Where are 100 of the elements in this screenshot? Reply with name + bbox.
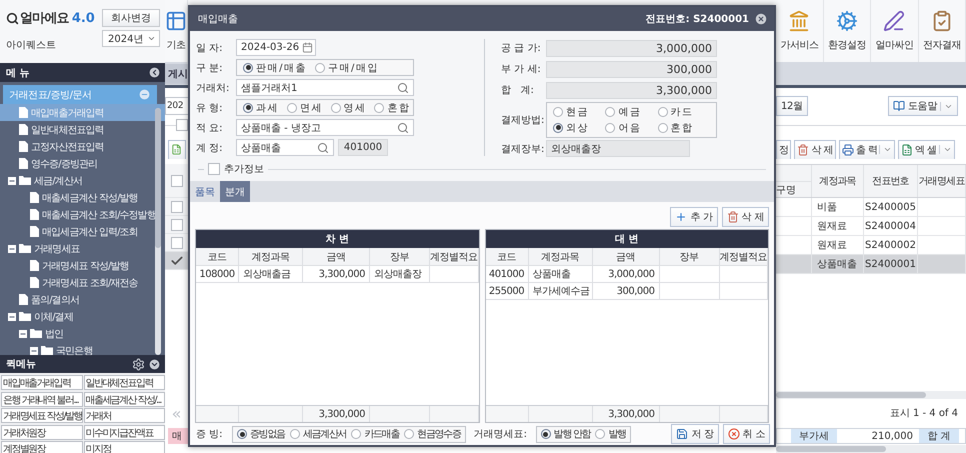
column-header: 장부 — [370, 248, 430, 265]
delete-button[interactable]: 삭 제 — [722, 207, 769, 227]
quick-menu-button[interactable]: 매입매출거래입력 — [1, 375, 82, 390]
column-header: 계정과목 — [812, 165, 864, 197]
tab[interactable]: 분개 — [220, 181, 250, 202]
field-label: 합 계: — [501, 84, 535, 97]
radio-option[interactable]: 현 금 — [553, 104, 606, 118]
column-header: 계정별적요 — [720, 248, 768, 265]
radio-option[interactable]: 과 세 — [243, 100, 277, 114]
table-cell: 401000 — [486, 266, 528, 282]
menu-item[interactable]: 거래명세표 작성/발행 — [0, 257, 165, 274]
quick-menu-button[interactable]: 거래처 — [84, 408, 165, 423]
quick-menu-button[interactable]: 은행 거래내역 불러... — [1, 392, 82, 406]
radio-option[interactable]: 혼 합 — [374, 100, 408, 114]
column-header: 계정별적요 — [430, 248, 478, 265]
menu-item[interactable]: 세금/계산서 — [0, 172, 165, 189]
menu-item[interactable]: 매출세금계산 조회/수정발행 — [0, 206, 165, 223]
radio-option[interactable]: 어 음 — [605, 120, 658, 134]
quick-menu-button[interactable]: 거래명세표 작성/발행 — [1, 408, 82, 423]
field-label: 일 자: — [196, 42, 224, 54]
field-label: 부 가 세: — [501, 63, 542, 76]
logo-text: 얼마에요 — [20, 10, 69, 27]
menu-item[interactable]: 국민은행 — [0, 342, 165, 355]
menu-item[interactable]: 거래명세표 조회/재전송 — [0, 274, 165, 291]
version-text: 4.0 — [72, 10, 95, 26]
summary-label: 합 계 — [919, 429, 959, 443]
excel-button[interactable]: 엑 셀 — [898, 140, 955, 159]
menu-item[interactable]: 품의/결의서 — [0, 291, 165, 308]
print-button[interactable]: 출 력 — [838, 140, 896, 159]
menu-item[interactable]: 이체/결제 — [0, 308, 165, 325]
amount-field: 3,000,000 — [546, 40, 717, 56]
menu-item[interactable]: 매입세금계산 입력/조회 — [0, 223, 165, 240]
panel-title: 메 뉴 — [6, 66, 30, 80]
table-cell: 외상매출금 — [239, 266, 303, 282]
radio-option[interactable]: 세금계산서 — [290, 427, 346, 441]
summary-label: 매 — [168, 428, 188, 444]
column-header: 코드 — [196, 248, 239, 265]
radio-option[interactable]: 현금영수증 — [404, 427, 461, 441]
menu-item[interactable]: 거래명세표 — [0, 240, 165, 257]
table-cell: 원재료 — [812, 217, 864, 235]
table-cell: 상품매출 — [812, 255, 864, 273]
date-field[interactable]: 2024-03-26 — [236, 39, 316, 56]
table-row[interactable]: 원재료 S2400002 — [776, 236, 966, 255]
field-label: 결제장부: — [501, 142, 546, 156]
add-button[interactable]: 추 가 — [670, 207, 718, 227]
tab[interactable]: 게시 — [165, 64, 188, 84]
field-label: 공 급 가: — [501, 42, 542, 55]
month-button[interactable]: 12월 — [776, 96, 808, 116]
menu-item[interactable]: 매출세금계산 작성/발행 — [0, 189, 165, 206]
radio-option[interactable]: 구 매 / 매 입 — [314, 60, 377, 74]
year-select[interactable]: 2024년 — [102, 30, 160, 47]
table-cell: 3,000,000 — [592, 266, 660, 282]
field-label: 구 분: — [196, 62, 224, 74]
radio-option[interactable]: 외 상 — [553, 120, 606, 134]
radio-option[interactable]: 면 세 — [286, 100, 321, 114]
table-title: 차 변 — [196, 230, 478, 248]
total-cell: 3,300,000 — [303, 406, 370, 422]
radio-option[interactable]: 발행 안함 — [540, 427, 590, 441]
delete-button[interactable]: 삭 제 — [794, 140, 836, 159]
radio-option[interactable]: 영 세 — [330, 100, 364, 114]
edit-button[interactable]: 정 — [776, 140, 792, 159]
menu-item[interactable]: 법인 — [0, 325, 165, 342]
radio-option[interactable]: 카 드 — [658, 104, 710, 118]
table-cell: 300,000 — [592, 283, 660, 299]
field-label: 결제방법: — [501, 114, 546, 126]
table-row[interactable]: 원재료 S2400004 — [776, 217, 966, 236]
table-cell: 부가세예수금 — [528, 283, 592, 299]
menu-item[interactable]: 고정자산전표입력 — [0, 138, 165, 155]
voucher-number: 전표번호: S2400001 — [646, 13, 749, 26]
column-header: 구명 — [776, 184, 797, 197]
radio-option[interactable]: 혼 합 — [658, 120, 710, 134]
save-button[interactable]: 저 장 — [671, 424, 719, 444]
panel-title: 퀵메뉴 — [6, 358, 37, 371]
table-cell: 255000 — [486, 283, 528, 299]
quick-menu-button[interactable]: 거래처원장 — [1, 424, 82, 440]
search-field[interactable]: 샘플거래처1 — [236, 79, 414, 96]
menu-item[interactable]: 일반대체전표입력 — [0, 121, 165, 138]
table-cell: 원재료 — [812, 236, 864, 254]
cancel-button[interactable]: 취 소 — [722, 424, 770, 444]
table-row[interactable]: 상품매출 S2400001 — [776, 255, 966, 274]
help-button[interactable]: 도움말 — [888, 96, 958, 116]
quick-menu-button[interactable]: 일반대체전표입력 — [84, 375, 165, 390]
radio-option[interactable]: 판 매 / 매 출 — [243, 60, 305, 74]
field-label: 증 빙: — [196, 428, 224, 441]
tab[interactable]: 품목 — [190, 181, 220, 202]
radio-option[interactable]: 카드매출 — [351, 427, 400, 441]
ledger-field: 외상매출장 — [546, 140, 690, 157]
table-row[interactable]: 비품 S2400005 — [776, 198, 966, 217]
search-field[interactable]: 상품매출 - 냉장고 — [236, 119, 414, 136]
quick-menu-button[interactable]: 매출세금계산 작성/... — [84, 392, 165, 406]
radio-option[interactable]: 발행 — [595, 427, 626, 441]
change-company-button[interactable]: 회사변경 — [102, 9, 160, 27]
amount-field: 300,000 — [546, 60, 717, 78]
search-field[interactable]: 상품매출 — [236, 139, 334, 156]
radio-option[interactable]: 증빙없음 — [237, 427, 285, 441]
section-label: 추가정보 — [224, 163, 264, 176]
radio-option[interactable]: 예 금 — [605, 104, 658, 118]
menu-item[interactable]: 영수증/증빙관리 — [0, 155, 165, 172]
quick-menu-button[interactable]: 미수미지급잔액표 — [84, 424, 165, 440]
table-cell: 비품 — [812, 198, 864, 216]
